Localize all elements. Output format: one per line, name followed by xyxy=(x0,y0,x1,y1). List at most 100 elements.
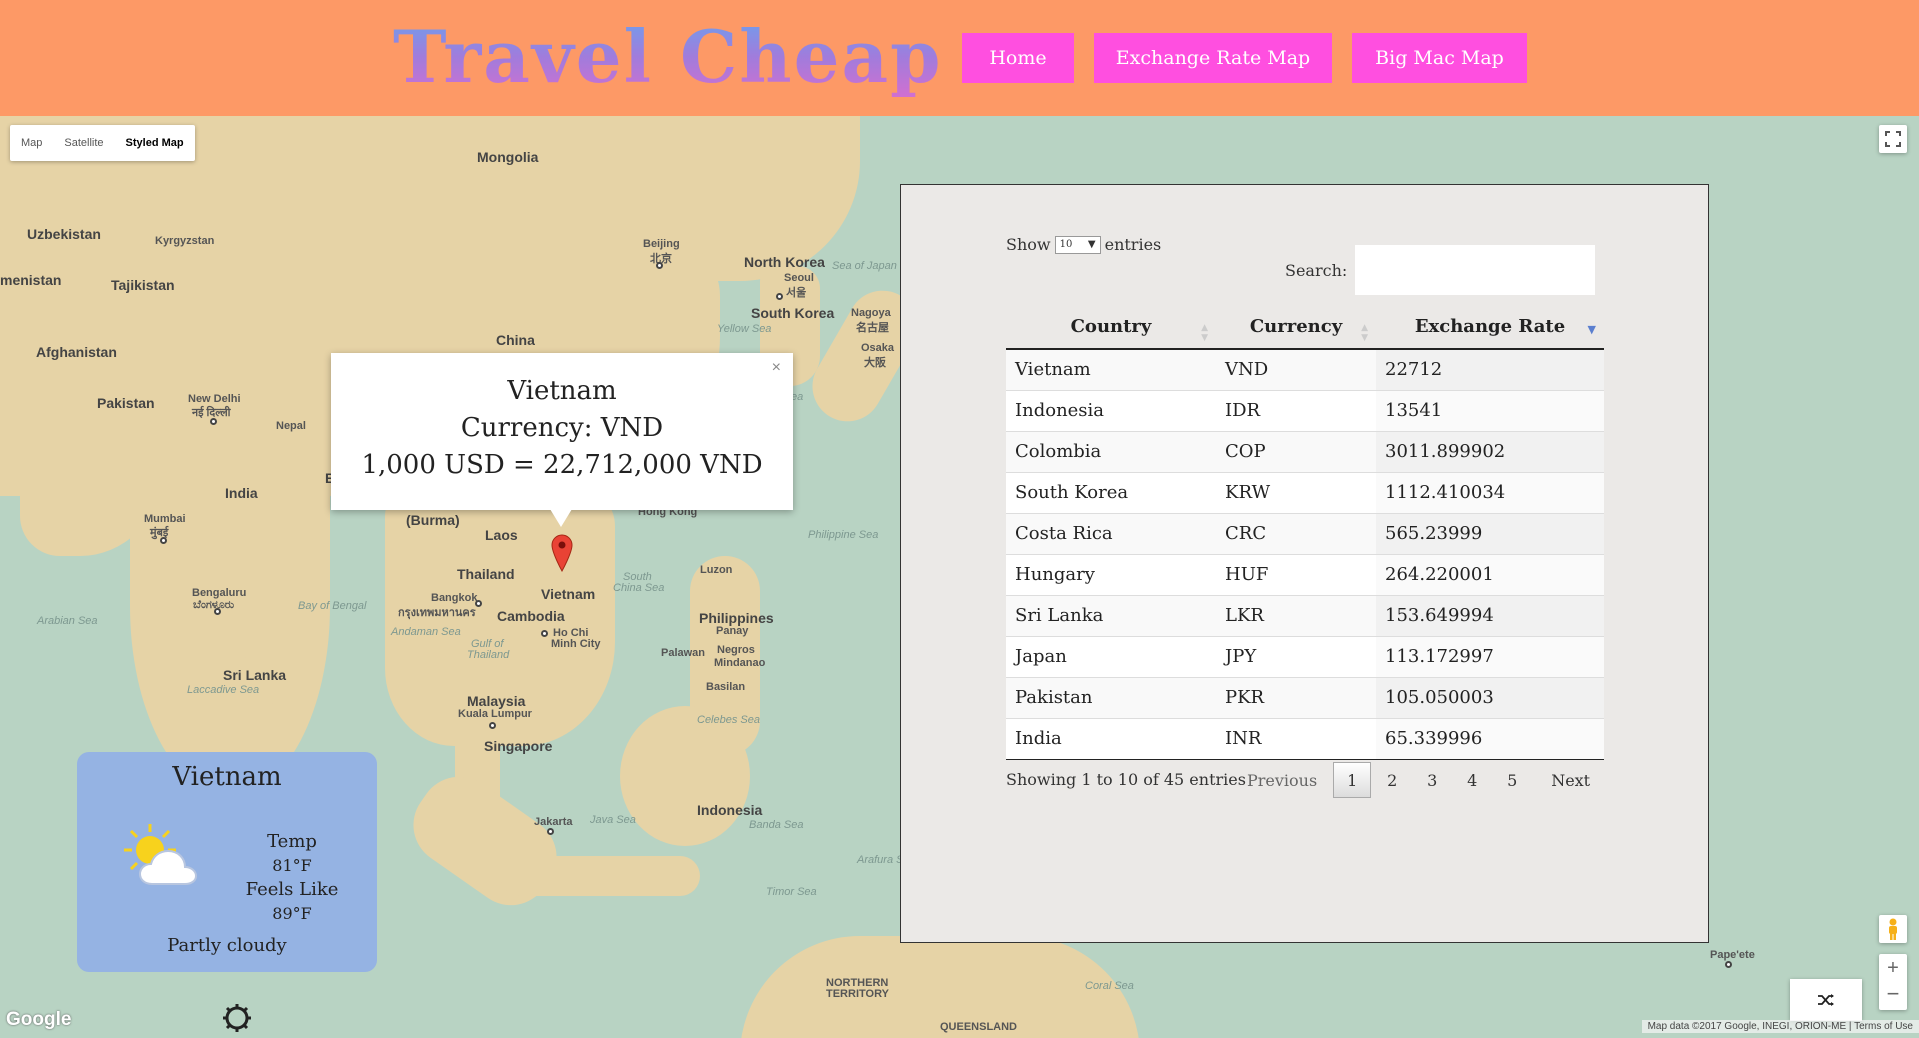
info-window-tail xyxy=(550,509,572,527)
brand-logo[interactable]: Travel Cheap xyxy=(393,14,942,99)
table-row[interactable]: India INR 65.339996 xyxy=(1006,717,1604,760)
table-row[interactable]: Hungary HUF 264.220001 xyxy=(1006,553,1604,595)
map-label-queensland: QUEENSLAND xyxy=(940,1021,1018,1033)
map-label-sri-lanka: Sri Lanka xyxy=(223,667,287,683)
header: Travel Cheap Home Exchange Rate Map Big … xyxy=(0,0,1919,116)
info-window-close-button[interactable]: × xyxy=(772,359,781,377)
nav-exchange-rate-map-button[interactable]: Exchange Rate Map xyxy=(1094,33,1332,83)
pegman-icon xyxy=(1889,918,1897,940)
cell-country: Sri Lanka xyxy=(1006,594,1216,636)
weather-feels-label: Feels Like xyxy=(245,879,339,900)
pagination-page-3[interactable]: 3 xyxy=(1413,762,1451,798)
entries-label: entries xyxy=(1104,235,1162,254)
table-row[interactable]: Vietnam VND 22712 xyxy=(1006,348,1604,390)
search-control: Search: xyxy=(1285,245,1596,295)
google-logo: Google xyxy=(6,1009,72,1030)
table-row[interactable]: Pakistan PKR 105.050003 xyxy=(1006,676,1604,718)
info-window: × Vietnam Currency: VND 1,000 USD = 22,7… xyxy=(331,353,793,510)
land-java xyxy=(500,856,700,896)
entries-length-control: Show 10 ▼ entries xyxy=(1006,235,1161,254)
map-attribution[interactable]: Map data ©2017 Google, INEGI, ORION-ME |… xyxy=(1641,1020,1919,1033)
cell-currency: KRW xyxy=(1216,471,1376,513)
cell-currency: PKR xyxy=(1216,676,1376,718)
map-label-bengaluru: Bengaluru xyxy=(192,587,247,599)
weather-stats: Temp 81°F Feels Like 89°F xyxy=(227,830,357,926)
page-size-select[interactable]: 10 ▼ xyxy=(1054,235,1101,254)
map-type-map-button[interactable]: Map xyxy=(10,125,53,161)
table-row[interactable]: South Korea KRW 1112.410034 xyxy=(1006,471,1604,513)
map-label-new-delhi: New Delhi xyxy=(188,393,241,405)
cell-currency: CRC xyxy=(1216,512,1376,554)
cell-currency: JPY xyxy=(1216,635,1376,677)
nav-big-mac-map-button[interactable]: Big Mac Map xyxy=(1352,33,1527,83)
city-marker-bangkok xyxy=(475,600,482,607)
column-header-currency[interactable]: Currency ▲ ▼ xyxy=(1216,305,1376,350)
map-marker-icon[interactable] xyxy=(551,534,573,576)
city-marker-bengaluru xyxy=(214,608,221,615)
map-label-turkmenistan: menistan xyxy=(0,272,62,288)
map-canvas[interactable]: Mongolia Uzbekistan Kyrgyzstan menistan … xyxy=(0,116,1919,1038)
map-label-mongolia: Mongolia xyxy=(477,149,539,165)
map-label-south-china-sea-2: China Sea xyxy=(613,582,665,594)
map-label-osaka-local: 大阪 xyxy=(864,357,886,369)
weather-temp-value: 81°F xyxy=(272,856,312,875)
map-label-pakistan: Pakistan xyxy=(97,395,155,411)
pagination-next-button[interactable]: Next xyxy=(1545,762,1596,798)
pagination-page-5[interactable]: 5 xyxy=(1493,762,1531,798)
map-label-singapore: Singapore xyxy=(484,738,553,754)
map-type-satellite-button[interactable]: Satellite xyxy=(53,125,114,161)
shuffle-button[interactable] xyxy=(1790,979,1862,1021)
map-label-arabian-sea: Arabian Sea xyxy=(37,615,98,627)
map-label-malaysia: Malaysia xyxy=(467,693,526,709)
pagination-page-2[interactable]: 2 xyxy=(1373,762,1411,798)
city-marker-jakarta xyxy=(547,828,554,835)
map-label-jakarta: Jakarta xyxy=(534,816,573,828)
gear-icon[interactable] xyxy=(222,1003,252,1037)
pagination-page-4[interactable]: 4 xyxy=(1453,762,1491,798)
column-header-exchange-rate[interactable]: Exchange Rate ▼ xyxy=(1376,305,1604,350)
map-label-kyrgyzstan: Kyrgyzstan xyxy=(155,235,215,247)
table-row[interactable]: Colombia COP 3011.899902 xyxy=(1006,430,1604,472)
table-row[interactable]: Costa Rica CRC 565.23999 xyxy=(1006,512,1604,554)
cell-currency: IDR xyxy=(1216,389,1376,431)
cell-currency: HUF xyxy=(1216,553,1376,595)
city-marker-papeete xyxy=(1725,961,1732,968)
map-label-thailand: Thailand xyxy=(457,566,515,582)
city-marker-beijing xyxy=(656,262,663,269)
zoom-in-button[interactable]: + xyxy=(1887,954,1899,982)
map-label-laccadive-sea: Laccadive Sea xyxy=(187,684,260,696)
pagination-previous-button[interactable]: Previous xyxy=(1241,762,1323,798)
search-label: Search: xyxy=(1285,260,1348,280)
nav-home-button[interactable]: Home xyxy=(962,33,1074,83)
street-view-pegman-button[interactable] xyxy=(1879,915,1907,943)
table-row[interactable]: Japan JPY 113.172997 xyxy=(1006,635,1604,677)
table-info: Showing 1 to 10 of 45 entries xyxy=(1006,770,1246,789)
map-label-papeete: Pape'ete xyxy=(1710,949,1755,961)
map-label-northern-territory-2: TERRITORY xyxy=(826,988,889,1000)
table-row[interactable]: Sri Lanka LKR 153.649994 xyxy=(1006,594,1604,636)
map-label-seoul: Seoul xyxy=(784,272,814,284)
map-label-mindanao: Mindanao xyxy=(714,657,766,669)
map-label-indonesia: Indonesia xyxy=(697,802,763,818)
map-label-india: India xyxy=(225,485,258,501)
cell-exchange-rate: 22712 xyxy=(1376,348,1604,390)
map-label-osaka: Osaka xyxy=(861,342,895,354)
table-row[interactable]: Indonesia IDR 13541 xyxy=(1006,389,1604,431)
map-label-sea-of-japan: Sea of Japan xyxy=(832,260,897,272)
zoom-out-button[interactable]: − xyxy=(1887,982,1900,1010)
fullscreen-button[interactable] xyxy=(1879,125,1907,153)
column-header-country[interactable]: Country ▲ ▼ xyxy=(1006,305,1216,350)
map-type-styled-button[interactable]: Styled Map xyxy=(115,125,195,161)
cell-exchange-rate: 264.220001 xyxy=(1376,553,1604,595)
city-marker-new-delhi xyxy=(210,418,217,425)
cell-exchange-rate: 105.050003 xyxy=(1376,676,1604,718)
cell-exchange-rate: 3011.899902 xyxy=(1376,430,1604,472)
map-label-seoul-local: 서울 xyxy=(786,287,807,299)
exchange-rate-panel: Show 10 ▼ entries Search: Country ▲ ▼ Cur… xyxy=(900,184,1709,943)
cell-country: South Korea xyxy=(1006,471,1216,513)
search-input[interactable] xyxy=(1355,245,1596,295)
pagination-page-1[interactable]: 1 xyxy=(1333,762,1372,798)
sort-both-icon: ▲ ▼ xyxy=(1361,323,1368,343)
cell-currency: VND xyxy=(1216,348,1376,390)
map-label-palawan: Palawan xyxy=(661,647,706,659)
